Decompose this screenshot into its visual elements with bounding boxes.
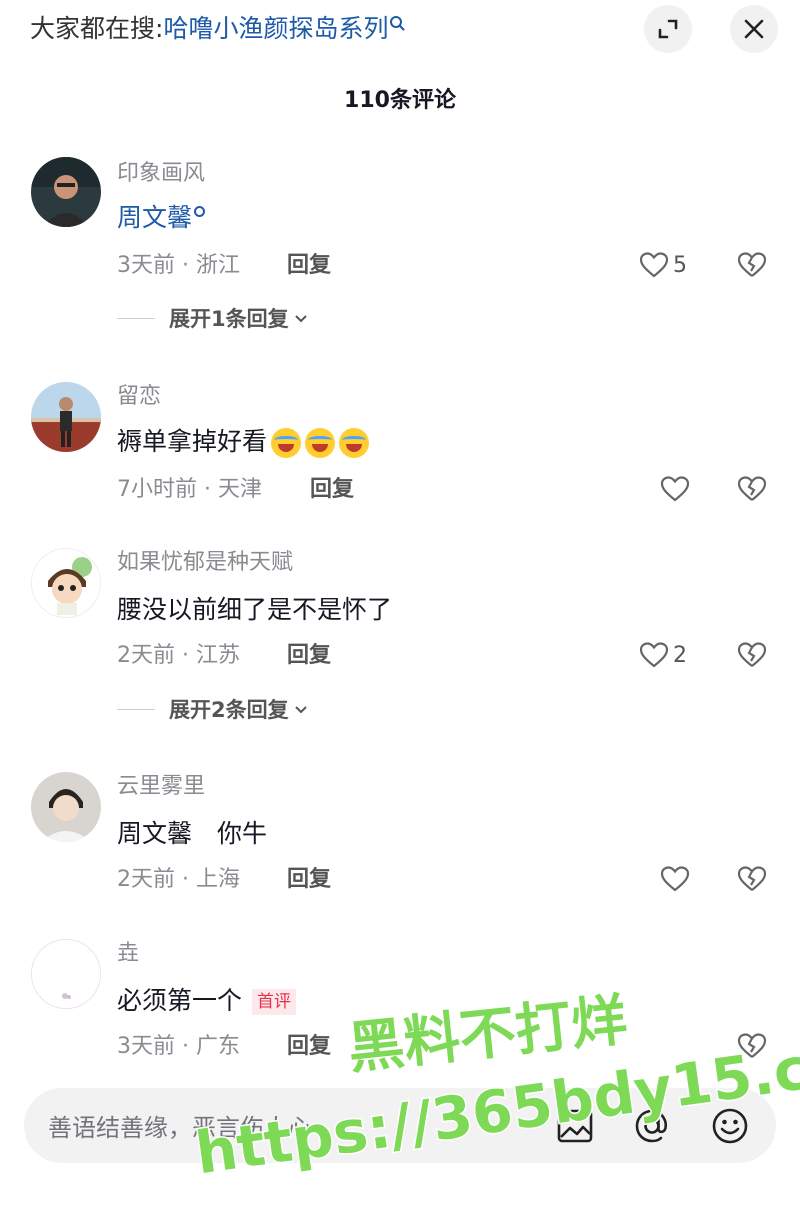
comment-text-content[interactable]: 必须第一个 <box>117 986 242 1015</box>
avatar[interactable] <box>31 772 101 842</box>
trending-search-term[interactable]: 哈噜小渔颜探岛系列 <box>163 14 388 43</box>
comment-text-content[interactable]: 周文馨 <box>117 203 192 232</box>
comment-text-content[interactable]: 褥单拿掉好看 <box>117 427 267 456</box>
search-icon <box>194 206 206 217</box>
like-count: 2 <box>673 642 687 668</box>
trending-search-prefix: 大家都在搜: <box>30 14 164 43</box>
reply-button[interactable]: 回复 <box>287 865 331 895</box>
comment-text[interactable]: 腰没以前细了是不是怀了 <box>117 592 392 628</box>
like-button[interactable]: 5 <box>639 251 687 279</box>
reply-button[interactable]: 回复 <box>287 1032 331 1062</box>
laugh-cry-emoji-icon <box>305 428 336 458</box>
reply-button[interactable]: 回复 <box>310 475 354 505</box>
emoji-button[interactable] <box>710 1106 750 1146</box>
comment-text[interactable]: 周文馨 你牛 <box>117 816 267 852</box>
image-icon <box>557 1109 593 1143</box>
first-comment-badge: 首评 <box>252 989 297 1015</box>
like-button[interactable] <box>660 865 694 893</box>
expand-button[interactable] <box>644 5 692 53</box>
expand-replies-label[interactable]: 展开1条回复 <box>169 303 289 333</box>
comment-count: 110条评论 <box>344 88 456 113</box>
dislike-button[interactable] <box>737 251 767 283</box>
avatar[interactable] <box>31 157 101 227</box>
trending-search[interactable]: 大家都在搜:哈噜小渔颜探岛系列 <box>30 10 403 48</box>
mention-button[interactable] <box>632 1106 672 1146</box>
comment-meta: 3天前 · 广东 <box>117 1034 240 1059</box>
close-icon <box>744 19 764 39</box>
heart-icon <box>660 476 690 502</box>
comment-meta: 2天前 · 江苏 <box>117 643 240 668</box>
broken-heart-icon <box>737 476 767 501</box>
comment-text[interactable]: 褥单拿掉好看 <box>117 424 370 460</box>
heart-icon <box>660 866 690 892</box>
laugh-cry-emoji-icon <box>339 428 370 458</box>
close-button[interactable] <box>730 5 778 53</box>
search-icon <box>390 16 403 28</box>
like-button[interactable] <box>660 475 694 503</box>
heart-icon <box>639 252 669 278</box>
comment-username[interactable]: 印象画风 <box>117 159 205 189</box>
at-icon <box>635 1109 668 1143</box>
heart-icon <box>639 642 669 668</box>
expand-replies[interactable]: 展开1条回复 <box>117 303 309 333</box>
comment-username[interactable]: 云里雾里 <box>117 772 205 802</box>
dislike-button[interactable] <box>737 865 767 897</box>
comment-text[interactable]: 必须第一个 首评 <box>117 983 297 1019</box>
watermark-line-1: 黑料不打烊 <box>345 988 630 1082</box>
dislike-button[interactable] <box>737 1032 767 1064</box>
avatar[interactable] <box>31 548 101 618</box>
image-button[interactable] <box>555 1106 595 1146</box>
emoji-icon <box>712 1108 748 1144</box>
comment-meta: 3天前 · 浙江 <box>117 253 240 278</box>
comment-meta: 7小时前 · 天津 <box>117 477 262 502</box>
comment-input[interactable]: 善语结善缘，恶言伤人心 <box>48 1108 312 1143</box>
chevron-down-icon <box>294 706 307 714</box>
broken-heart-icon <box>737 642 767 667</box>
chevron-down-icon <box>294 315 307 323</box>
dislike-button[interactable] <box>737 475 767 507</box>
reply-button[interactable]: 回复 <box>287 251 331 281</box>
broken-heart-icon <box>737 252 767 277</box>
like-button[interactable]: 2 <box>639 641 687 669</box>
comment-username[interactable]: 如果忧郁是种天赋 <box>117 548 293 578</box>
expand-icon <box>658 19 678 39</box>
avatar[interactable] <box>31 382 101 452</box>
comment-composer[interactable]: 善语结善缘，恶言伤人心 <box>24 1088 776 1163</box>
avatar[interactable] <box>31 939 101 1009</box>
broken-heart-icon <box>737 1033 767 1058</box>
comment-username[interactable]: 留恋 <box>117 382 161 412</box>
dislike-button[interactable] <box>737 641 767 673</box>
comment-username[interactable]: 垚 <box>117 939 139 969</box>
divider <box>117 708 155 710</box>
reply-button[interactable]: 回复 <box>287 641 331 671</box>
expand-replies-label[interactable]: 展开2条回复 <box>169 694 289 724</box>
expand-replies[interactable]: 展开2条回复 <box>117 694 309 724</box>
like-count: 5 <box>673 252 687 278</box>
comment-text[interactable]: 周文馨 <box>117 200 206 236</box>
top-bar: 大家都在搜:哈噜小渔颜探岛系列 <box>0 0 800 60</box>
laugh-cry-emoji-icon <box>271 428 302 458</box>
comment-meta: 2天前 · 上海 <box>117 867 240 892</box>
divider <box>117 317 155 319</box>
broken-heart-icon <box>737 866 767 891</box>
